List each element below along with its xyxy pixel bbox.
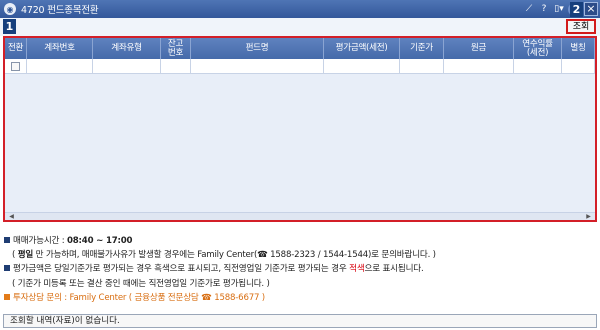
close-icon[interactable]: ×	[584, 2, 598, 16]
weekday-note: ( 평일 만 가능하며, 매매불가사유가 발생할 경우에는 Family Cen…	[12, 248, 436, 260]
menu-icon[interactable]: ▯▾	[553, 3, 565, 16]
table-cell[interactable]	[93, 59, 161, 74]
column-header[interactable]: 잔고 번호	[161, 38, 191, 59]
column-header[interactable]: 평가금액(세전)	[324, 38, 400, 59]
column-header[interactable]: 별칭	[562, 38, 595, 59]
help-icon[interactable]: ?	[538, 3, 550, 16]
table-cell[interactable]	[324, 59, 400, 74]
weekday-note-text: 만 가능하며, 매매불가사유가 발생할 경우에는 Family Center(☎…	[33, 250, 436, 260]
fund-grid: 전환 계좌번호 계좌유형 잔고 번호 펀드명 평가금액(세전) 기준가 원금 연수익률 (세전)…	[3, 36, 597, 222]
select-checkbox[interactable]	[11, 62, 20, 71]
column-header[interactable]: 연수익률 (세전)	[514, 38, 562, 59]
base-price-note: ( 기준가 미등록 또는 결산 중인 때에는 직전영업일 기준가로 평가됩니다.…	[12, 279, 270, 289]
trading-hours-line: 매매가능시간 : 08:40 ~ 17:00	[4, 234, 132, 246]
trading-hours-label: 매매가능시간 :	[13, 236, 67, 246]
bullet-square-icon	[4, 294, 10, 300]
table-cell[interactable]	[514, 59, 562, 74]
column-header[interactable]: 펀드명	[191, 38, 324, 59]
weekday-note-bold: 평일	[17, 250, 34, 260]
marker-badge-2: 2	[570, 2, 583, 17]
grid-header: 전환 계좌번호 계좌유형 잔고 번호 펀드명 평가금액(세전) 기준가 원금 연수익률 (세전)…	[5, 38, 595, 59]
scroll-left-icon[interactable]: ◀	[7, 213, 16, 220]
title-tools: ⟋ ? ▯▾ − ×	[523, 2, 598, 16]
bullet-square-icon	[4, 265, 10, 271]
column-header[interactable]: 기준가	[400, 38, 444, 59]
status-bar: 조회할 내역(자료)이 없습니다.	[3, 314, 597, 328]
valuation-note-end: 으로 표시됩니다.	[364, 264, 424, 274]
column-header[interactable]: 계좌번호	[27, 38, 93, 59]
table-cell[interactable]	[444, 59, 514, 74]
app-icon: ◉	[4, 3, 16, 15]
table-cell[interactable]	[562, 59, 595, 74]
window-title: 4720 펀드종목전환	[21, 5, 99, 16]
scroll-right-icon[interactable]: ▶	[584, 213, 593, 220]
pin-icon[interactable]: ⟋	[523, 3, 535, 16]
horizontal-scrollbar[interactable]: ◀ ▶	[5, 212, 595, 220]
table-cell[interactable]	[400, 59, 444, 74]
bullet-square-icon	[4, 237, 10, 243]
column-header[interactable]: 원금	[444, 38, 514, 59]
valuation-note: 평가금액은 당일기준가로 평가되는 경우 흑색으로 표시되고, 직전영업일 기준…	[4, 262, 424, 274]
query-button[interactable]: 조회	[566, 19, 596, 34]
row-checkbox-cell[interactable]	[5, 59, 27, 74]
column-header[interactable]: 계좌유형	[93, 38, 161, 59]
table-cell[interactable]	[191, 59, 324, 74]
title-bar: ◉ 4720 펀드종목전환 ⟋ ? ▯▾ − ×	[0, 0, 600, 18]
consultation-note-text: 투자상담 문의 : Family Center ( 금융상품 전문상담 ☎ 15…	[13, 293, 265, 303]
valuation-note-red: 적색	[349, 264, 365, 274]
valuation-note-text: 평가금액은 당일기준가로 평가되는 경우 흑색으로 표시되고, 직전영업일 기준…	[13, 264, 350, 274]
column-header[interactable]: 전환	[5, 38, 27, 59]
consultation-note: 투자상담 문의 : Family Center ( 금융상품 전문상담 ☎ 15…	[4, 291, 265, 303]
toolbar	[0, 18, 600, 36]
trading-hours-value: 08:40 ~ 17:00	[67, 236, 133, 246]
table-cell[interactable]	[27, 59, 93, 74]
marker-badge-1: 1	[3, 19, 16, 34]
table-cell[interactable]	[161, 59, 191, 74]
table-row[interactable]	[5, 59, 595, 74]
